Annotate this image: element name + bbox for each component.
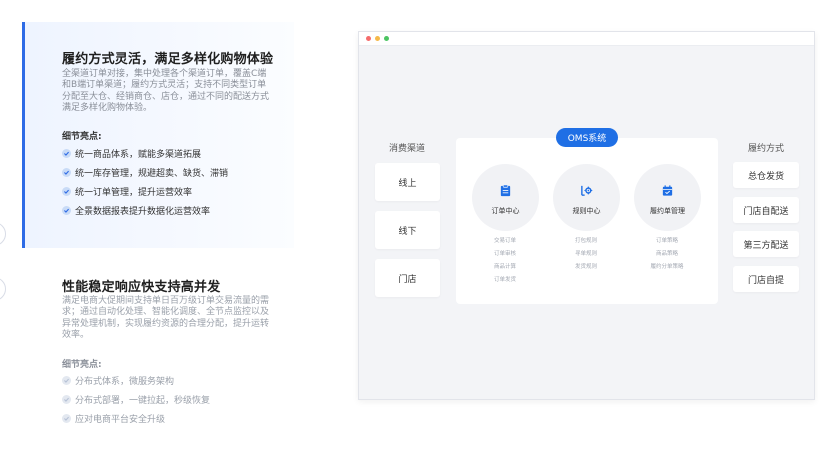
highlight-item: 全景数据报表提升数据化运营效率 [62, 201, 228, 220]
method-third-party[interactable]: 第三方配送 [733, 231, 799, 257]
check-icon [62, 206, 71, 215]
highlight-item: 统一商品体系，赋能多渠道拓展 [62, 144, 228, 163]
order-icon [500, 184, 511, 197]
section2-highlights: 分布式体系，微服务架构 分布式部署，一键拉起，秒级恢复 应对电商平台安全升级 [62, 371, 210, 428]
channels-title: 消费渠道 [389, 144, 426, 154]
window-titlebar [359, 32, 814, 46]
minimize-dot [375, 36, 380, 41]
maximize-dot [384, 36, 389, 41]
section1-title: 履约方式灵活，满足多样化购物体验 [62, 52, 274, 67]
timeline-node-1 [0, 222, 6, 246]
module-order-center[interactable]: 订单中心 [472, 164, 539, 231]
section2-desc: 满足电商大促期间支持单日百万级订单交易流量的需求；通过自动化处理、智能化调度、全… [62, 296, 270, 341]
order-center-subitems: 交易订单 订单审核 商品计算 订单发货 [493, 238, 516, 283]
section1-highlight-label: 细节亮点: [62, 132, 102, 142]
check-icon [62, 414, 71, 423]
close-dot [366, 36, 371, 41]
fulfillment-subitems: 订单策略 商品策略 履约分单策略 [650, 238, 684, 270]
check-icon [62, 376, 71, 385]
check-icon [62, 395, 71, 404]
highlight-item: 统一订单管理，提升运营效率 [62, 182, 228, 201]
timeline-node-2 [0, 277, 6, 301]
method-store-pickup[interactable]: 门店自提 [733, 266, 799, 292]
fulfillment-icon [662, 185, 673, 196]
oms-preview-window: 消费渠道 线上 线下 门店 订单中心 规则中心 履约单管理 交易订单 订单审核 … [358, 31, 815, 400]
highlight-item: 统一库存管理，规避超卖、缺货、滞销 [62, 163, 228, 182]
method-warehouse[interactable]: 总仓发货 [733, 162, 799, 188]
method-store-delivery[interactable]: 门店自配送 [733, 197, 799, 223]
check-icon [62, 187, 71, 196]
section2-highlight-label: 细节亮点: [62, 360, 102, 370]
module-label: 规则中心 [572, 207, 601, 215]
oms-system-badge: OMS系统 [556, 128, 618, 147]
section1-highlights: 统一商品体系，赋能多渠道拓展 统一库存管理，规避超卖、缺货、滞销 统一订单管理，… [62, 144, 228, 220]
module-label: 订单中心 [491, 207, 520, 215]
section1-desc: 全渠道订单对接，集中处理各个渠道订单，覆盖C端和B端订单渠道；履约方式灵活；支持… [62, 69, 270, 114]
channel-store[interactable]: 门店 [375, 259, 440, 297]
oms-panel: 订单中心 规则中心 履约单管理 交易订单 订单审核 商品计算 订单发货 打包规则… [456, 138, 718, 304]
rule-icon [581, 185, 593, 196]
rule-center-subitems: 打包规则 寻单规则 发货规则 [574, 238, 597, 270]
channel-offline[interactable]: 线下 [375, 211, 440, 249]
check-icon [62, 168, 71, 177]
highlight-item: 分布式部署，一键拉起，秒级恢复 [62, 390, 210, 409]
channel-online[interactable]: 线上 [375, 163, 440, 201]
module-fulfillment[interactable]: 履约单管理 [634, 164, 701, 231]
fulfillment-methods-title: 履约方式 [748, 144, 785, 154]
highlight-item: 分布式体系，微服务架构 [62, 371, 210, 390]
check-icon [62, 149, 71, 158]
section2-title[interactable]: 性能稳定响应快支持高并发 [62, 276, 220, 295]
module-label: 履约单管理 [650, 207, 685, 215]
module-rule-center[interactable]: 规则中心 [553, 164, 620, 231]
highlight-item: 应对电商平台安全升级 [62, 409, 210, 428]
